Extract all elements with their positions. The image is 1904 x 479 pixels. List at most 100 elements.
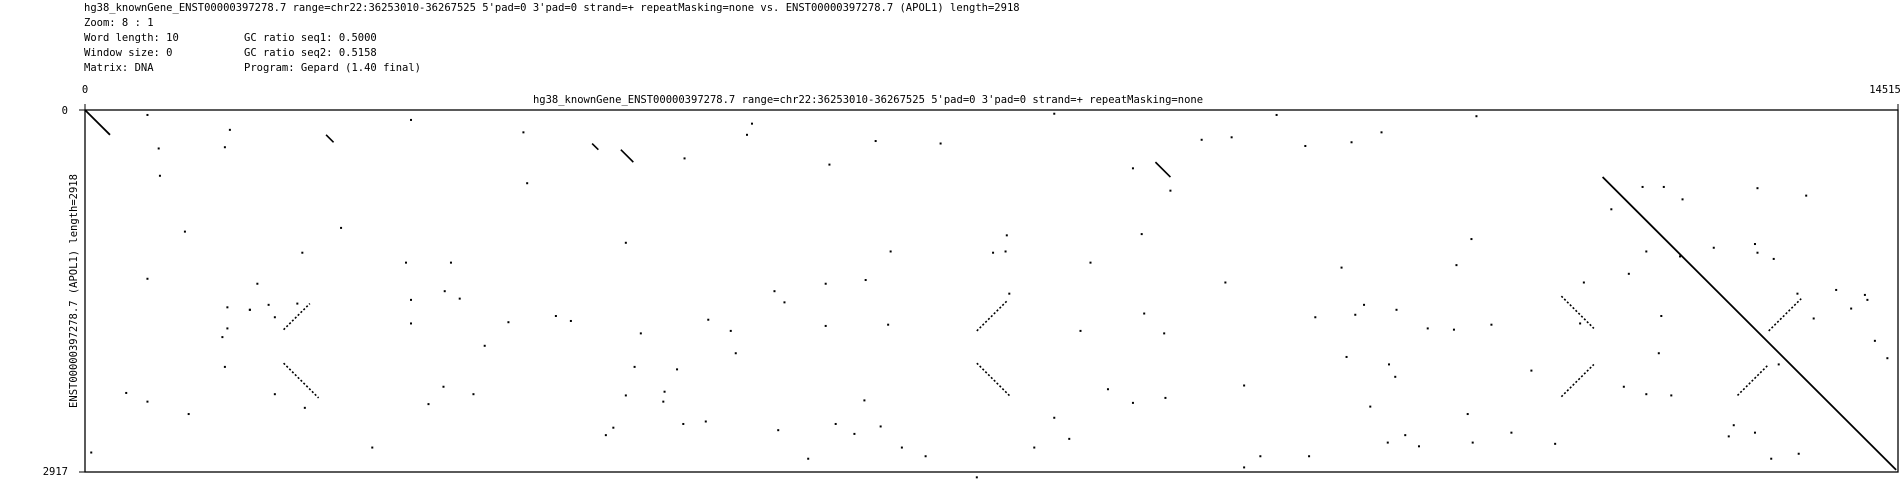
- match-point: [1770, 457, 1773, 460]
- match-point: [683, 157, 686, 160]
- match-point: [449, 261, 452, 264]
- match-point: [1369, 405, 1372, 408]
- alignment-segment: [283, 362, 320, 399]
- match-point: [1169, 189, 1172, 192]
- alignment-segment: [1736, 363, 1770, 396]
- match-point: [1777, 363, 1780, 366]
- match-point: [1089, 261, 1092, 264]
- match-point: [1404, 434, 1407, 437]
- match-point: [223, 365, 226, 368]
- match-point: [157, 147, 160, 150]
- match-point: [1230, 136, 1233, 139]
- match-point: [1835, 288, 1838, 291]
- match-point: [1068, 437, 1071, 440]
- match-point: [975, 476, 978, 479]
- dotplot-marks: [84, 109, 1897, 479]
- match-point: [750, 122, 753, 125]
- match-point: [682, 422, 685, 425]
- match-point: [853, 432, 856, 435]
- match-point: [662, 400, 665, 403]
- match-point: [1308, 455, 1311, 458]
- match-point: [1645, 393, 1648, 396]
- match-point: [146, 113, 149, 116]
- match-point: [221, 336, 224, 339]
- match-point: [1455, 264, 1458, 267]
- match-point: [1812, 317, 1815, 320]
- alignment-segment: [325, 134, 335, 143]
- match-point: [824, 282, 827, 285]
- match-point: [1452, 328, 1455, 331]
- match-point: [1004, 250, 1007, 253]
- match-point: [1471, 441, 1474, 444]
- y-tick-max: 2917: [43, 466, 68, 478]
- match-point: [1243, 466, 1246, 469]
- match-point: [1426, 327, 1429, 330]
- match-point: [1490, 323, 1493, 326]
- match-point: [939, 142, 942, 145]
- alignment-segment: [1601, 176, 1897, 471]
- match-point: [704, 420, 707, 423]
- match-point: [1053, 416, 1056, 419]
- match-point: [807, 457, 810, 460]
- match-point: [1314, 316, 1317, 319]
- match-point: [992, 251, 995, 254]
- match-point: [1275, 113, 1278, 116]
- match-point: [410, 322, 413, 325]
- match-point: [187, 413, 190, 416]
- match-point: [1224, 281, 1227, 284]
- alignment-segment: [1560, 295, 1595, 329]
- match-point: [1753, 431, 1756, 434]
- match-point: [604, 434, 607, 437]
- match-point: [924, 455, 927, 458]
- match-point: [889, 250, 892, 253]
- match-point: [90, 451, 93, 454]
- alignment-segment: [1560, 363, 1595, 398]
- match-point: [1679, 255, 1682, 258]
- match-point: [183, 230, 186, 233]
- match-point: [633, 365, 636, 368]
- match-point: [405, 261, 408, 264]
- match-point: [371, 446, 374, 449]
- match-point: [1756, 187, 1759, 190]
- match-point: [1386, 441, 1389, 444]
- match-point: [569, 319, 572, 322]
- match-point: [1610, 208, 1613, 211]
- match-point: [1627, 272, 1630, 275]
- match-point: [777, 429, 780, 432]
- match-point: [1582, 281, 1585, 284]
- match-point: [267, 303, 270, 306]
- match-point: [1106, 388, 1109, 391]
- match-point: [864, 279, 867, 282]
- match-point: [1033, 446, 1036, 449]
- match-point: [125, 391, 128, 394]
- match-point: [256, 282, 259, 285]
- match-point: [1304, 144, 1307, 147]
- match-point: [1394, 375, 1397, 378]
- match-point: [1796, 292, 1799, 295]
- match-point: [1732, 424, 1735, 427]
- match-point: [1079, 329, 1082, 332]
- match-point: [1380, 131, 1383, 134]
- alignment-segment: [591, 142, 599, 151]
- match-point: [783, 301, 786, 304]
- match-point: [612, 426, 615, 429]
- match-point: [1863, 293, 1866, 296]
- match-point: [676, 368, 679, 371]
- match-point: [1200, 138, 1203, 141]
- match-point: [410, 298, 413, 301]
- match-point: [458, 297, 461, 300]
- plot-frame: [84, 109, 1899, 473]
- match-point: [624, 241, 627, 244]
- match-point: [303, 406, 306, 409]
- match-point: [146, 277, 149, 280]
- match-point: [158, 174, 161, 177]
- match-point: [522, 131, 525, 134]
- match-point: [1417, 445, 1420, 448]
- match-point: [1345, 355, 1348, 358]
- match-point: [624, 394, 627, 397]
- match-point: [874, 140, 877, 143]
- match-point: [1756, 251, 1759, 254]
- alignment-segment: [1154, 161, 1171, 178]
- match-point: [1662, 185, 1665, 188]
- match-point: [1873, 339, 1876, 342]
